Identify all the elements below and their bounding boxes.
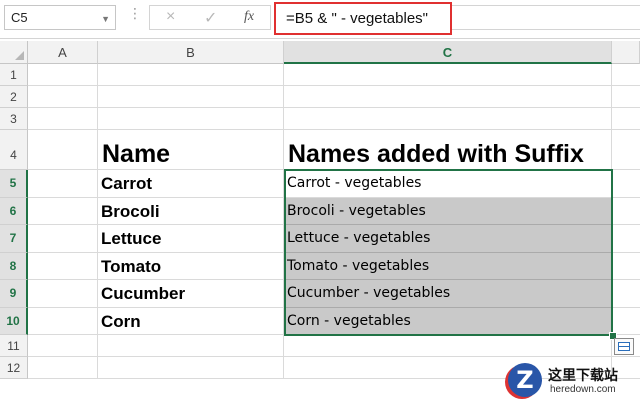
cell-c1[interactable] xyxy=(284,64,612,86)
cell-c11[interactable] xyxy=(284,335,612,357)
more-vertical-icon[interactable]: ⋮ xyxy=(128,6,142,20)
row-header-7[interactable]: 7 xyxy=(0,225,28,253)
row-header-12[interactable]: 12 xyxy=(0,357,28,379)
z-logo-icon: Z xyxy=(508,363,542,397)
cell-d4[interactable] xyxy=(612,130,640,170)
column-header-b[interactable]: B xyxy=(98,41,284,64)
cell-d3[interactable] xyxy=(612,108,640,130)
cell-c10[interactable]: Corn - vegetables xyxy=(284,307,612,335)
cell-b12[interactable] xyxy=(98,357,284,379)
cell-c6[interactable]: Brocoli - vegetables xyxy=(284,197,612,225)
row-header-3[interactable]: 3 xyxy=(0,108,28,130)
column-header-d[interactable] xyxy=(612,41,640,64)
formula-text: =B5 & " - vegetables" xyxy=(286,10,428,27)
column-header-c[interactable]: C xyxy=(284,41,612,64)
formula-input[interactable]: =B5 & " - vegetables" xyxy=(274,2,452,35)
cell-d10[interactable] xyxy=(612,308,640,335)
name-box[interactable]: C5 ▼ xyxy=(4,5,116,30)
cell-c5[interactable]: Carrot - vegetables xyxy=(284,170,612,198)
cell-d7[interactable] xyxy=(612,225,640,253)
cell-a6[interactable] xyxy=(28,197,98,225)
cell-a7[interactable] xyxy=(28,225,98,253)
cell-a10[interactable] xyxy=(28,307,98,335)
formula-input-extension[interactable] xyxy=(452,5,640,30)
row-header-1[interactable]: 1 xyxy=(0,64,28,86)
cell-a4[interactable] xyxy=(28,130,98,170)
cell-a2[interactable] xyxy=(28,86,98,108)
cell-d8[interactable] xyxy=(612,253,640,280)
cell-d6[interactable] xyxy=(612,198,640,225)
cell-a8[interactable] xyxy=(28,252,98,280)
cell-c4[interactable]: Names added with Suffix xyxy=(284,130,612,170)
cell-b11[interactable] xyxy=(98,335,284,357)
cell-b8[interactable]: Tomato xyxy=(98,252,284,280)
cell-a5[interactable] xyxy=(28,170,98,198)
column-header-a[interactable]: A xyxy=(28,41,98,64)
cell-b10[interactable]: Corn xyxy=(98,307,284,335)
formula-buttons: × ✓ fx xyxy=(149,5,271,30)
cell-c3[interactable] xyxy=(284,108,612,130)
row-header-10[interactable]: 10 xyxy=(0,307,28,335)
cell-b4[interactable]: Name xyxy=(98,130,284,170)
cell-b3[interactable] xyxy=(98,108,284,130)
cell-d9[interactable] xyxy=(612,280,640,308)
name-box-value: C5 xyxy=(11,10,28,25)
chevron-down-icon[interactable]: ▼ xyxy=(101,14,110,24)
cell-b6[interactable]: Brocoli xyxy=(98,197,284,225)
row-header-2[interactable]: 2 xyxy=(0,86,28,108)
cell-a9[interactable] xyxy=(28,280,98,308)
enter-icon[interactable]: ✓ xyxy=(204,8,217,28)
spreadsheet-grid: A B C 1 2 3 4 Name Names added with Suffix 5 Carro… xyxy=(0,41,640,401)
row-header-6[interactable]: 6 xyxy=(0,197,28,225)
cell-c9[interactable]: Cucumber - vegetables xyxy=(284,280,612,308)
cell-c7[interactable]: Lettuce - vegetables xyxy=(284,225,612,253)
watermark-url: heredown.com xyxy=(550,384,616,395)
insert-function-icon[interactable]: fx xyxy=(244,9,254,25)
cell-d2[interactable] xyxy=(612,86,640,108)
cell-a11[interactable] xyxy=(28,335,98,357)
cancel-icon[interactable]: × xyxy=(166,8,175,26)
watermark-logo: Z 这里下载站 heredown.com xyxy=(508,363,640,401)
row-header-8[interactable]: 8 xyxy=(0,252,28,280)
quick-analysis-icon[interactable] xyxy=(614,338,634,355)
row-header-11[interactable]: 11 xyxy=(0,335,28,357)
select-all-corner[interactable] xyxy=(0,41,28,64)
cell-a12[interactable] xyxy=(28,357,98,379)
cell-b5[interactable]: Carrot xyxy=(98,170,284,198)
formula-bar: C5 ▼ ⋮ × ✓ fx =B5 & " - vegetables" xyxy=(0,0,640,39)
cell-b9[interactable]: Cucumber xyxy=(98,280,284,308)
cell-c2[interactable] xyxy=(284,86,612,108)
cell-b7[interactable]: Lettuce xyxy=(98,225,284,253)
row-header-4[interactable]: 4 xyxy=(0,130,28,170)
row-header-9[interactable]: 9 xyxy=(0,280,28,308)
cell-a1[interactable] xyxy=(28,64,98,86)
row-header-5[interactable]: 5 xyxy=(0,170,28,198)
cell-d1[interactable] xyxy=(612,64,640,86)
cell-b1[interactable] xyxy=(98,64,284,86)
cell-a3[interactable] xyxy=(28,108,98,130)
cell-d5[interactable] xyxy=(612,170,640,198)
cell-c8[interactable]: Tomato - vegetables xyxy=(284,252,612,280)
cell-b2[interactable] xyxy=(98,86,284,108)
watermark-cn-text: 这里下载站 xyxy=(548,368,618,384)
